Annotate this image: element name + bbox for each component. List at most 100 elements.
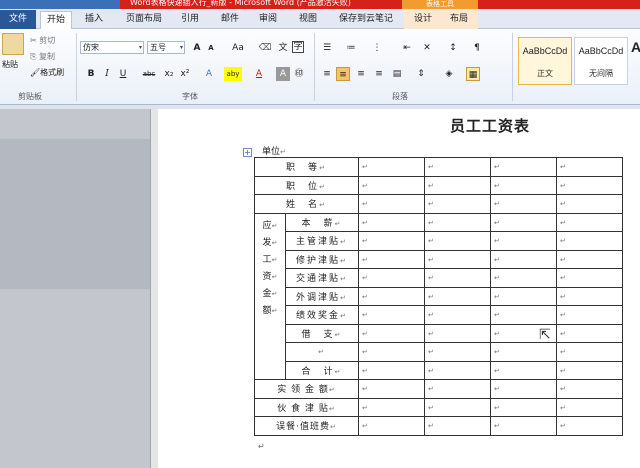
value-cell[interactable]: ↵ [358, 212, 425, 232]
value-cell[interactable]: ↵ [358, 342, 425, 362]
value-cell[interactable]: ↵ [490, 416, 557, 436]
value-cell[interactable]: ↵ [490, 157, 557, 177]
value-cell[interactable]: ↵ [424, 268, 491, 288]
sort-icon[interactable]: ↕ [446, 41, 460, 55]
value-cell[interactable]: ↵ [490, 286, 557, 306]
tab-design[interactable]: 设计 [408, 11, 438, 29]
row-label-cell[interactable]: 伙 食 津 贴↵ [254, 397, 359, 417]
table-row[interactable]: ↵ ↵ ↵ ↵ ↵ [255, 342, 623, 362]
value-cell[interactable]: ↵ [358, 231, 425, 251]
value-cell[interactable]: ↵ [358, 379, 425, 399]
value-cell[interactable]: ↵ [556, 286, 623, 306]
value-cell[interactable]: ↵ [358, 157, 425, 177]
row-label-cell[interactable]: 实 领 金 额↵ [254, 379, 359, 399]
value-cell[interactable]: ↵ [490, 249, 557, 269]
table-row[interactable]: 绩效奖金↵ ↵ ↵ ↵ ↵ [255, 305, 623, 325]
decrease-indent-icon[interactable]: ⇤ [400, 41, 414, 55]
row-label-cell[interactable]: ↵ [285, 342, 359, 362]
tab-review[interactable]: 审阅 [252, 11, 284, 29]
value-cell[interactable]: ↵ [490, 379, 557, 399]
value-cell[interactable]: ↵ [556, 157, 623, 177]
grow-font-button[interactable]: A [190, 41, 204, 55]
document-page[interactable]: 员工工资表 + 单位↵ 职 等↵ ↵ ↵ ↵ ↵ 职 位↵ ↵ ↵ ↵ ↵ 姓 名↵ ↵ ↵ ↵ ↵ 应 ↵ 发 ↵… [158, 109, 640, 468]
tab-file[interactable]: 文件 [0, 10, 36, 29]
value-cell[interactable]: ↵ [424, 231, 491, 251]
table-row[interactable]: 借 支↵ ↵ ↵ ↵ ↵ [255, 323, 623, 343]
style-normal[interactable]: AaBbCcDd 正文 [518, 37, 572, 85]
style-no-spacing[interactable]: AaBbCcDd 无间隔 [574, 37, 628, 85]
font-size-combo[interactable]: 五号 ▾ [147, 41, 185, 54]
tab-layout[interactable]: 布局 [444, 11, 474, 29]
row-label-cell[interactable]: 误餐·值班费↵ [254, 416, 359, 436]
value-cell[interactable]: ↵ [358, 194, 425, 214]
numbering-icon[interactable]: ≔ [344, 41, 358, 55]
font-name-combo[interactable]: 仿宋 ▾ [80, 41, 144, 54]
bullets-icon[interactable]: ☰ [320, 41, 334, 55]
table-row[interactable]: 姓 名↵ ↵ ↵ ↵ ↵ [254, 194, 623, 214]
table-row[interactable]: 交通津贴↵ ↵ ↵ ↵ ↵ [255, 268, 623, 288]
table-row[interactable]: 职 等↵ ↵ ↵ ↵ ↵ [254, 157, 623, 177]
tab-save-to-cloud-note[interactable]: 保存到云笔记 [330, 11, 402, 29]
value-cell[interactable]: ↵ [556, 305, 623, 325]
style-heading[interactable]: A [630, 37, 640, 85]
table-row[interactable]: 外调津贴↵ ↵ ↵ ↵ ↵ [255, 286, 623, 306]
value-cell[interactable]: ↵ [424, 157, 491, 177]
value-cell[interactable]: ↵ [358, 323, 425, 343]
table-row[interactable]: 职 位↵ ↵ ↵ ↵ ↵ [254, 175, 623, 195]
value-cell[interactable]: ↵ [490, 268, 557, 288]
row-label-cell[interactable]: 合 计↵ [285, 360, 359, 380]
salary-table[interactable]: 职 等↵ ↵ ↵ ↵ ↵ 职 位↵ ↵ ↵ ↵ ↵ 姓 名↵ ↵ ↵ ↵ ↵ 应 ↵ 发 ↵ 工 ↵ 资 ↵ 金 ↵ 额 ↵ 本 薪↵… [254, 157, 623, 436]
value-cell[interactable]: ↵ [556, 268, 623, 288]
value-cell[interactable]: ↵ [556, 360, 623, 380]
tab-home[interactable]: 开始 [40, 11, 72, 29]
table-row[interactable]: 应 ↵ 发 ↵ 工 ↵ 资 ↵ 金 ↵ 额 ↵ 本 薪↵ ↵ ↵ ↵ ↵ [254, 212, 623, 380]
chinese-layout-icon[interactable]: ✕ [420, 41, 434, 55]
format-painter-button[interactable]: 🖌格式刷 [30, 67, 64, 79]
pinyin-button[interactable]: 文 [276, 41, 290, 55]
row-label-cell[interactable]: 姓 名↵ [254, 194, 359, 214]
tab-mailings[interactable]: 邮件 [214, 11, 246, 29]
value-cell[interactable]: ↵ [490, 360, 557, 380]
value-cell[interactable]: ↵ [424, 397, 491, 417]
cut-button[interactable]: ✂ 剪切 [30, 35, 55, 47]
borders-icon[interactable]: ▦ [466, 67, 480, 81]
quick-access-toolbar[interactable] [0, 0, 120, 9]
align-right-icon[interactable]: ≡ [354, 67, 368, 81]
value-cell[interactable]: ↵ [358, 416, 425, 436]
value-cell[interactable]: ↵ [358, 397, 425, 417]
row-label-cell[interactable]: 外调津贴↵ [285, 286, 359, 306]
paste-button[interactable]: 粘贴 [2, 59, 18, 71]
superscript-button[interactable]: x² [178, 67, 192, 81]
underline-button[interactable]: U [116, 67, 130, 81]
value-cell[interactable]: ↵ [424, 416, 491, 436]
value-cell[interactable]: ↵ [490, 231, 557, 251]
font-color-button[interactable]: A [252, 67, 266, 81]
value-cell[interactable]: ↵ [424, 194, 491, 214]
value-cell[interactable]: ↵ [490, 175, 557, 195]
strikethrough-button[interactable]: abc [140, 67, 158, 81]
paragraph-shading-icon[interactable]: ◈ [442, 67, 456, 81]
table-row[interactable]: 实 领 金 额↵ ↵ ↵ ↵ ↵ [254, 379, 623, 399]
row-label-cell[interactable]: 职 等↵ [254, 157, 359, 177]
value-cell[interactable]: ↵ [358, 360, 425, 380]
value-cell[interactable]: ↵ [358, 268, 425, 288]
change-case-button[interactable]: Aa [228, 41, 248, 55]
value-cell[interactable]: ↵ [556, 416, 623, 436]
clear-format-icon[interactable]: ⌫ [258, 41, 272, 55]
table-row[interactable]: 主管津贴↵ ↵ ↵ ↵ ↵ [255, 231, 623, 251]
row-label-cell[interactable]: 修护津贴↵ [285, 249, 359, 269]
text-effects-button[interactable]: A [202, 67, 216, 81]
bold-button[interactable]: B [84, 67, 98, 81]
value-cell[interactable]: ↵ [490, 305, 557, 325]
row-label-cell[interactable]: 交通津贴↵ [285, 268, 359, 288]
value-cell[interactable]: ↵ [556, 249, 623, 269]
value-cell[interactable]: ↵ [490, 397, 557, 417]
row-label-cell[interactable]: 借 支↵ [285, 323, 359, 343]
shrink-font-button[interactable]: A [204, 41, 218, 55]
value-cell[interactable]: ↵ [358, 175, 425, 195]
table-row[interactable]: 伙 食 津 贴↵ ↵ ↵ ↵ ↵ [254, 397, 623, 417]
value-cell[interactable]: ↵ [556, 212, 623, 232]
highlight-button[interactable]: aby [224, 67, 242, 81]
copy-button[interactable]: ⎘ 复制 [30, 51, 55, 63]
value-cell[interactable]: ↵ [424, 249, 491, 269]
